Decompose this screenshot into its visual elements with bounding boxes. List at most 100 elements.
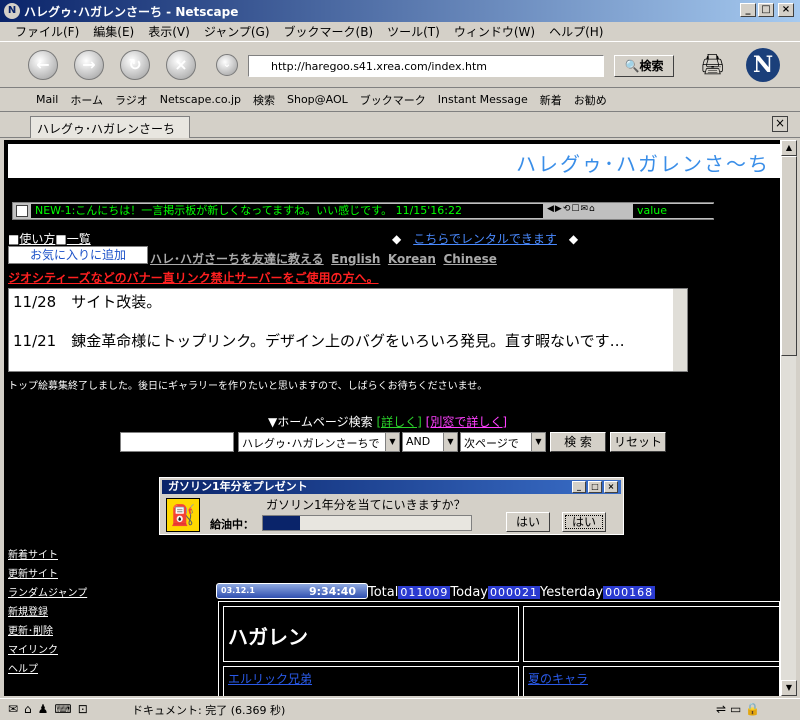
news-date: 11/21: [13, 332, 57, 350]
minimize-button[interactable]: _: [740, 3, 756, 17]
category-link-elric[interactable]: エルリック兄弟: [228, 672, 312, 686]
square-icon: ■: [8, 232, 20, 246]
rental-link[interactable]: こちらでレンタルできます: [413, 232, 557, 246]
ad-maximize-icon[interactable]: □: [588, 481, 602, 493]
menu-tools[interactable]: ツール(T): [380, 23, 447, 40]
back-icon[interactable]: ←: [28, 50, 58, 80]
search-submit-button[interactable]: 検 索: [550, 432, 606, 452]
ticker-bar: NEW-1:こんにちは！一言掲示板が新しくなってますね。いい感じです。 11/1…: [12, 202, 721, 220]
yesterday-count: 000168: [603, 586, 656, 599]
operator-select[interactable]: AND ▼: [402, 432, 458, 452]
menu-edit[interactable]: 編集(E): [86, 23, 141, 40]
bookmark-search[interactable]: 検索: [247, 92, 281, 108]
ticker-icon: [16, 205, 28, 217]
side-link-new-sites[interactable]: 新着サイト: [8, 546, 87, 565]
fuel-pump-icon: ⛽: [166, 498, 200, 532]
progress-fill: [263, 516, 301, 530]
search-label: 検索: [639, 59, 664, 73]
diamond-icon: ◆: [556, 232, 579, 246]
side-link-random-jump[interactable]: ランダムジャンプ: [8, 584, 87, 603]
bookmark-mail[interactable]: Mail: [30, 93, 64, 106]
menu-go[interactable]: ジャンプ(G): [197, 23, 277, 40]
status-icons[interactable]: ✉⌂♟⌨⊡: [8, 702, 94, 716]
ticker-controls-icon[interactable]: ◀▶⟲☐✉⌂: [547, 204, 631, 218]
news-item: 11/21 錬金革命様にトップリンク。デザイン上のバグをいろいろ発見。直す暇ない…: [9, 328, 687, 353]
page-select[interactable]: 次ページで ▼: [460, 432, 546, 452]
bookmark-bookmarks[interactable]: ブックマーク: [354, 92, 432, 108]
search-text-input[interactable]: [120, 432, 234, 452]
site-select-value: ハレグゥ･ハガレンさーちで: [242, 437, 380, 450]
url-text: http://haregoo.s41.xrea.com/index.htm: [271, 60, 488, 73]
bookmark-im[interactable]: Instant Message: [432, 93, 534, 106]
search-icon: 🔍: [624, 59, 640, 73]
page-scrollbar[interactable]: ▲ ▼: [780, 140, 797, 696]
side-link-my-link[interactable]: マイリンク: [8, 641, 87, 660]
menu-help[interactable]: ヘルプ(H): [542, 23, 610, 40]
bookmark-shop[interactable]: Shop@AOL: [281, 93, 354, 106]
ad-minimize-icon[interactable]: _: [572, 481, 586, 493]
side-link-update-delete[interactable]: 更新･削除: [8, 622, 87, 641]
side-link-register[interactable]: 新規登録: [8, 603, 87, 622]
ad-close-icon[interactable]: ×: [604, 481, 618, 493]
reload-icon[interactable]: ↻: [120, 50, 150, 80]
menu-view[interactable]: 表示(V): [141, 23, 197, 40]
ticker-text: NEW-1:こんにちは！一言掲示板が新しくなってますね。いい感じです。 11/1…: [31, 204, 543, 218]
bookmark-radio[interactable]: ラジオ: [109, 92, 154, 108]
stop-icon[interactable]: ×: [166, 50, 196, 80]
english-link[interactable]: English: [331, 252, 380, 266]
detail-link[interactable]: [詳しく]: [376, 415, 421, 429]
tell-friend-link[interactable]: ハレ･ハガさーちを友達に教える: [150, 252, 324, 266]
bookmark-home[interactable]: ホーム: [64, 92, 109, 108]
side-link-updated-sites[interactable]: 更新サイト: [8, 565, 87, 584]
bookmark-new[interactable]: 新着: [534, 92, 568, 108]
tab-bar: ハレグゥ･ハガレンさーち ×: [0, 112, 800, 138]
ad-banner-dialog[interactable]: ガソリン1年分をプレゼント _ □ × ⛽ ガソリン1年分を当てにいきますか？ …: [159, 477, 624, 535]
print-icon[interactable]: 🖨: [700, 52, 730, 78]
search-button[interactable]: 🔍検索: [614, 55, 674, 77]
tab-active[interactable]: ハレグゥ･ハガレンさーち: [30, 116, 190, 138]
scroll-down-icon[interactable]: ▼: [781, 680, 797, 696]
news-text: 錬金革命様にトップリンク。デザイン上のバグをいろいろ発見。直す暇ないです…: [71, 332, 625, 350]
scroll-thumb[interactable]: [781, 156, 797, 356]
warning-link[interactable]: ジオシティーズなどのバナー直リンク禁止サーバーをご使用の方へ。: [8, 269, 379, 286]
netscape-logo: N: [746, 48, 780, 82]
news-item: 11/28 サイト改装。: [9, 289, 687, 314]
category-link-summer[interactable]: 夏のキャラ: [528, 672, 588, 686]
bookmark-toolbar: Mail ホーム ラジオ Netscape.co.jp 検索 Shop@AOL …: [0, 88, 800, 112]
today-label: Today: [450, 585, 488, 600]
howto-link[interactable]: 使い方: [19, 232, 55, 246]
forward-icon[interactable]: →: [74, 50, 104, 80]
reset-button[interactable]: リセット: [610, 432, 666, 452]
bookmark-netscape[interactable]: Netscape.co.jp: [154, 93, 247, 106]
status-bar: ✉⌂♟⌨⊡ ドキュメント: 完了 (6.369 秒) ⇌▭🔒: [0, 698, 800, 720]
address-field[interactable]: http://haregoo.s41.xrea.com/index.htm: [248, 55, 604, 77]
menu-bar: ファイル(F) 編集(E) 表示(V) ジャンプ(G) ブックマーク(B) ツー…: [0, 22, 800, 42]
site-banner: ハレグゥ･ハガレンさ〜ち: [8, 144, 780, 178]
category-right: 夏のキャラ: [523, 666, 780, 696]
category-left: エルリック兄弟: [223, 666, 519, 696]
bookmark-recommend[interactable]: お勧め: [568, 92, 613, 108]
news-scrollbar[interactable]: [673, 289, 687, 371]
dropdown-icon[interactable]: ⌄: [216, 54, 238, 76]
tab-close-icon[interactable]: ×: [772, 116, 788, 132]
korean-link[interactable]: Korean: [388, 252, 436, 266]
yes-button-focused[interactable]: はい: [562, 512, 606, 532]
scroll-up-icon[interactable]: ▲: [781, 140, 797, 156]
close-button[interactable]: ×: [778, 3, 794, 17]
chinese-link[interactable]: Chinese: [443, 252, 496, 266]
add-favorite-button[interactable]: お気に入りに追加: [8, 246, 148, 264]
menu-window[interactable]: ウィンドウ(W): [447, 23, 542, 40]
yes-button[interactable]: はい: [506, 512, 550, 532]
visitor-counter: Total 011009 Today 000021 Yesterday 000168: [368, 585, 656, 600]
clock-widget: 03.12.1 9:34:40: [216, 583, 368, 599]
list-link[interactable]: 一覧: [67, 232, 91, 246]
side-link-help[interactable]: ヘルプ: [8, 660, 87, 679]
detail-new-window-link[interactable]: [別窓で詳しく]: [426, 415, 507, 429]
ticker-value[interactable]: value: [633, 204, 721, 218]
maximize-button[interactable]: □: [758, 3, 774, 17]
chevron-down-icon: ▼: [385, 433, 399, 451]
site-select[interactable]: ハレグゥ･ハガレンさーちで ▼: [238, 432, 400, 452]
menu-file[interactable]: ファイル(F): [8, 23, 86, 40]
side-nav: 新着サイト 更新サイト ランダムジャンプ 新規登録 更新･削除 マイリンク ヘル…: [8, 546, 87, 679]
menu-bookmarks[interactable]: ブックマーク(B): [277, 23, 381, 40]
